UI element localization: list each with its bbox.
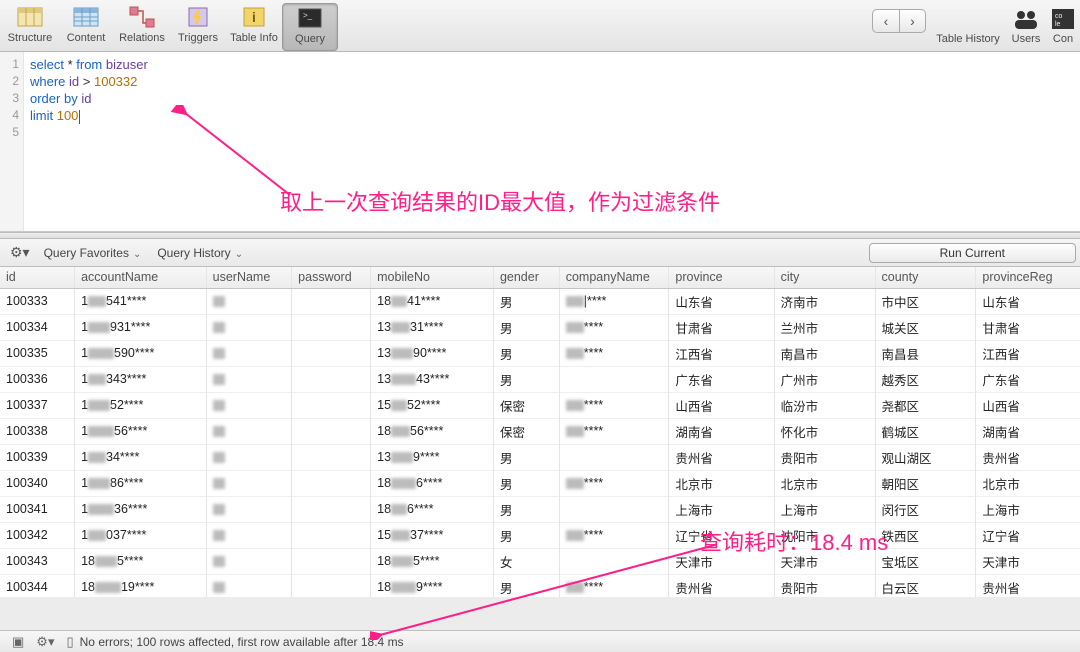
expand-icon[interactable]: ▣ <box>12 634 24 650</box>
table-row[interactable]: 1003341931****1331****男****甘肃省兰州市城关区甘肃省兰 <box>0 314 1080 340</box>
nav-forward[interactable]: › <box>899 10 925 32</box>
relations-icon <box>127 3 157 31</box>
status-message: No errors; 100 rows affected, first row … <box>80 635 404 649</box>
triggers-icon <box>183 3 213 31</box>
table-row[interactable]: 100339134****139****男贵州省贵阳市观山湖区贵州省 <box>0 444 1080 470</box>
users-button[interactable]: Users <box>1004 5 1048 45</box>
relations-tab[interactable]: Relations <box>114 3 170 51</box>
query-icon: >_ <box>295 4 325 32</box>
console-button[interactable]: coleCon <box>1048 5 1078 45</box>
svg-text:co: co <box>1055 13 1063 20</box>
gear-icon[interactable]: ⚙︎▾ <box>4 244 36 261</box>
triggers-tab[interactable]: Triggers <box>170 3 226 51</box>
pane-divider[interactable] <box>0 232 1080 239</box>
query-history[interactable]: Query History⌄ <box>157 246 243 260</box>
table-row[interactable]: 100337152****1552****保密****山西省临汾市尧都区山西省 <box>0 392 1080 418</box>
structure-icon <box>15 3 45 31</box>
table-history-button[interactable]: Table History <box>932 5 1004 45</box>
sql-code[interactable]: select * from bizuserwhere id > 100332or… <box>24 52 154 231</box>
query-tab[interactable]: >_Query <box>282 3 338 51</box>
table-row[interactable]: 1003361343****1343****男广东省广州市越秀区广东省广 <box>0 366 1080 392</box>
nav-back[interactable]: ‹ <box>873 10 899 32</box>
table-row[interactable]: 100340186****186****男****北京市北京市朝阳区北京市 <box>0 470 1080 496</box>
query-toolbar: ⚙︎▾ Query Favorites⌄ Query History⌄ Run … <box>0 239 1080 267</box>
table-row[interactable]: 1003351590****1390****男****江西省南昌市南昌县江西省 <box>0 340 1080 366</box>
content-icon <box>71 3 101 31</box>
structure-tab[interactable]: Structure <box>2 3 58 51</box>
table-row[interactable]: 100343185****185****女天津市天津市宝坻区天津市天 <box>0 548 1080 574</box>
table-header: idaccountNameuserNamepasswordmobileNogen… <box>0 267 1080 288</box>
table-row[interactable]: 100338156****1856****保密****湖南省怀化市鹤城区湖南省怀 <box>0 418 1080 444</box>
status-bar: ▣ ⚙︎▾ ▯ No errors; 100 rows affected, fi… <box>0 630 1080 652</box>
content-tab[interactable]: Content <box>58 3 114 51</box>
svg-text:i: i <box>252 9 256 25</box>
table-row[interactable]: 1003421037****1537****男****辽宁省沈阳市铁西区辽宁省沙 <box>0 522 1080 548</box>
tableinfo-tab[interactable]: iTable Info <box>226 3 282 51</box>
gear-icon[interactable]: ⚙︎▾ <box>36 634 54 650</box>
svg-text:le: le <box>1055 21 1061 28</box>
svg-text:>_: >_ <box>303 11 313 20</box>
indent-icon[interactable]: ▯ <box>66 634 73 650</box>
table-row[interactable]: 1003441819****189****男****贵州省贵阳市白云区贵州省 <box>0 574 1080 597</box>
query-favorites[interactable]: Query Favorites⌄ <box>44 246 142 260</box>
history-icon <box>951 5 985 33</box>
table-row[interactable]: 100341136****186****男上海市上海市闵行区上海市上 <box>0 496 1080 522</box>
results-table[interactable]: idaccountNameuserNamepasswordmobileNogen… <box>0 267 1080 597</box>
nav-back-forward[interactable]: ‹› <box>872 9 926 33</box>
users-icon <box>1009 5 1043 33</box>
line-gutter: 12345 <box>0 52 24 231</box>
run-current-button[interactable]: Run Current <box>869 243 1076 263</box>
sql-editor[interactable]: 12345 select * from bizuserwhere id > 10… <box>0 52 1080 232</box>
main-toolbar: Structure Content Relations Triggers iTa… <box>0 0 1080 52</box>
console-icon: cole <box>1046 5 1080 33</box>
table-row[interactable]: 1003331541****1841****男|****山东省济南市市中区山东省 <box>0 288 1080 314</box>
tableinfo-icon: i <box>239 3 269 31</box>
